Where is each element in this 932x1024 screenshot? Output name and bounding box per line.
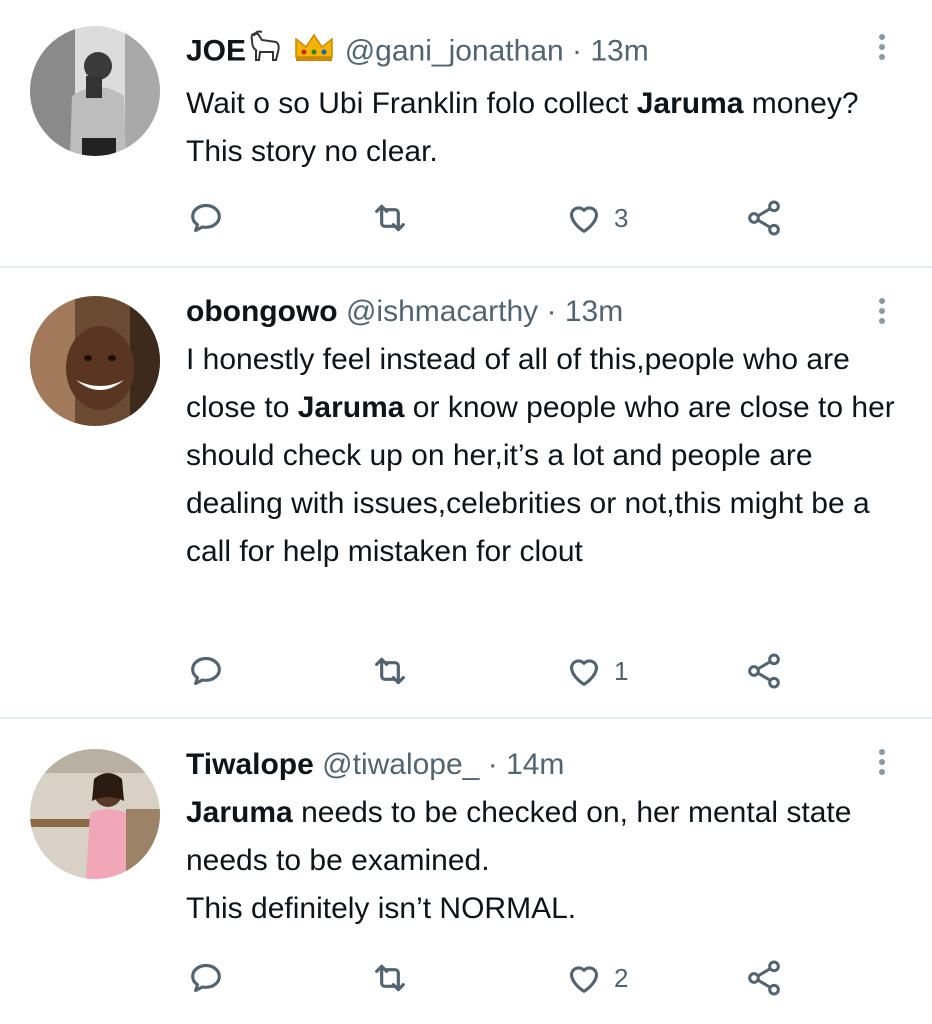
text-segment: Wait o so Ubi Franklin folo collect [186, 87, 637, 120]
heart-icon [569, 206, 599, 233]
heart-icon [569, 659, 599, 686]
more-vertical-icon[interactable] [872, 745, 892, 781]
more-vertical-icon[interactable] [872, 294, 892, 330]
timestamp[interactable]: 14m [506, 748, 564, 781]
avatar[interactable] [30, 749, 160, 879]
user-handle[interactable]: @gani_jonathan [345, 34, 564, 67]
avatar-photo [30, 749, 160, 879]
tweet[interactable]: Tiwalope @tiwalope_ · 14m Jaruma needs t… [0, 719, 932, 1024]
like-button[interactable]: 2 [564, 955, 628, 1001]
retweet-button[interactable] [370, 648, 410, 694]
tweet-actions: 1 [186, 648, 806, 694]
tweet-actions: 3 [186, 195, 806, 241]
tweet[interactable]: JOE @gani_jonathan · 13m Wait o so Ubi F… [0, 0, 932, 265]
retweet-button[interactable] [370, 955, 410, 1001]
share-icon [748, 653, 780, 689]
reply-icon [191, 963, 221, 993]
mention-highlight: Jaruma [636, 87, 744, 120]
share-button[interactable] [744, 648, 784, 694]
separator-dot: · [572, 34, 583, 68]
tweet-text: Jaruma needs to be checked on, her menta… [186, 789, 906, 933]
reply-icon [191, 656, 221, 686]
retweet-button[interactable] [370, 195, 410, 241]
heart-icon [569, 966, 599, 993]
reply-button[interactable] [186, 648, 226, 694]
avatar-photo [30, 26, 160, 156]
like-count: 2 [614, 962, 629, 993]
user-handle[interactable]: @ishmacarthy [346, 295, 538, 328]
user-handle[interactable]: @tiwalope_ [322, 748, 479, 781]
tweet-header: obongowo @ishmacarthy · 13m [186, 292, 623, 332]
goat-emoji-icon [246, 30, 284, 75]
timestamp[interactable]: 13m [565, 295, 623, 328]
share-button[interactable] [744, 195, 784, 241]
retweet-icon [375, 964, 405, 992]
reply-button[interactable] [186, 955, 226, 1001]
more-vertical-icon[interactable] [872, 30, 892, 66]
separator-dot: · [487, 748, 498, 781]
avatar[interactable] [30, 26, 160, 156]
tweet-text: Wait o so Ubi Franklin folo collect Jaru… [186, 80, 906, 176]
mention-highlight: Jaruma [186, 796, 293, 829]
reply-button[interactable] [186, 195, 226, 241]
like-button[interactable]: 1 [564, 648, 628, 694]
retweet-icon [375, 657, 405, 685]
display-name[interactable]: JOE [186, 34, 246, 67]
share-button[interactable] [744, 955, 784, 1001]
crown-emoji-icon [292, 31, 336, 74]
mention-highlight: Jaruma [297, 391, 405, 424]
share-icon [748, 200, 780, 236]
tweet-header: Tiwalope @tiwalope_ · 14m [186, 745, 564, 785]
tweet-header: JOE @gani_jonathan · 13m [186, 30, 649, 75]
like-count: 3 [614, 202, 629, 233]
tweet-actions: 2 [186, 955, 806, 1001]
tweet[interactable]: obongowo @ishmacarthy · 13m I honestly f… [0, 268, 932, 715]
like-count: 1 [614, 655, 629, 686]
retweet-icon [375, 204, 405, 232]
separator-dot: · [546, 295, 557, 328]
display-name[interactable]: Tiwalope [186, 748, 314, 781]
reply-icon [191, 203, 221, 233]
tweet-text: I honestly feel instead of all of this,p… [186, 336, 906, 576]
avatar-photo [30, 296, 160, 426]
text-segment: This definitely isn’t NORMAL. [186, 892, 577, 925]
display-name[interactable]: obongowo [186, 295, 338, 328]
avatar[interactable] [30, 296, 160, 426]
share-icon [748, 960, 780, 996]
like-button[interactable]: 3 [564, 195, 628, 241]
timestamp[interactable]: 13m [590, 34, 648, 67]
